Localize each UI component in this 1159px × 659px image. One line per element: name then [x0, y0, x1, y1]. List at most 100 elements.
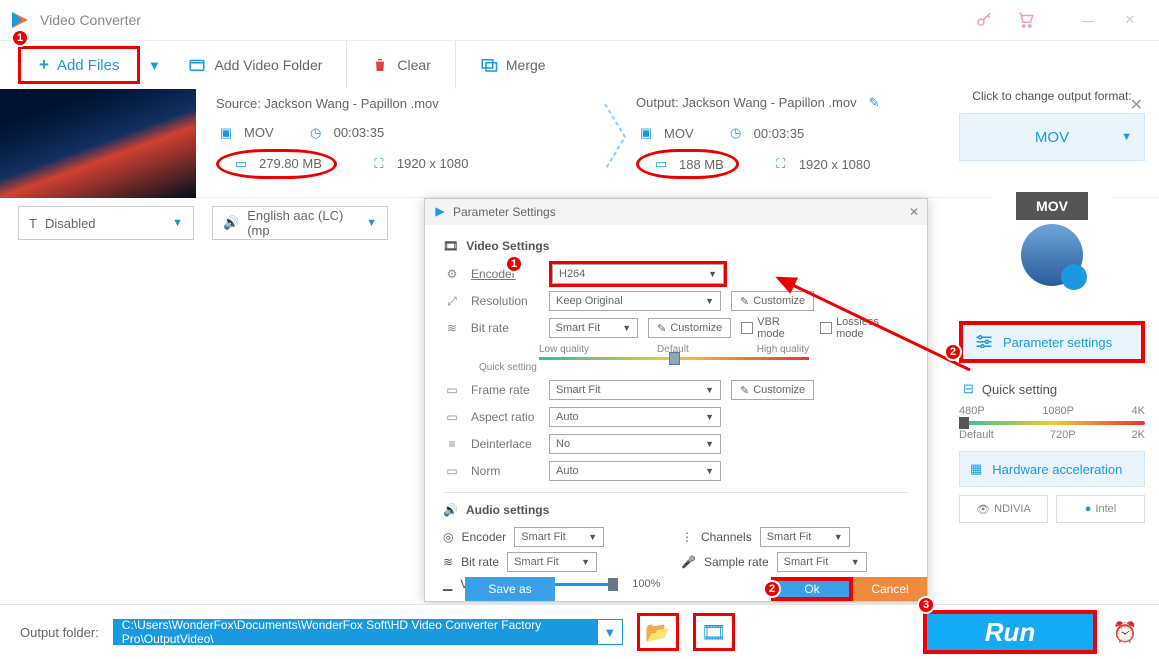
- cart-icon[interactable]: [1005, 0, 1047, 41]
- annotation-badge-2b: 2: [763, 580, 781, 598]
- disk-icon: ▭: [651, 154, 671, 174]
- slider-icon: ⊟: [963, 381, 974, 397]
- scheduler-button[interactable]: ⏰: [1111, 620, 1139, 645]
- add-files-button[interactable]: + Add Files: [18, 46, 140, 84]
- norm-icon: ▭: [443, 464, 461, 478]
- resolution-icon: ⤢: [443, 294, 461, 309]
- resolution-select[interactable]: Keep Original▼: [549, 291, 721, 311]
- close-button[interactable]: ✕: [1109, 0, 1151, 41]
- source-size: ▭279.80 MB: [216, 149, 337, 179]
- plus-icon: +: [39, 55, 49, 75]
- format-select[interactable]: MOV ▼: [959, 113, 1145, 161]
- save-as-button[interactable]: Save as: [465, 577, 555, 601]
- norm-select[interactable]: Auto▼: [549, 461, 721, 481]
- annotation-badge-3: 3: [917, 596, 935, 614]
- sliders-icon: [975, 334, 993, 351]
- quality-slider[interactable]: Low qualityDefaultHigh quality Quick set…: [539, 344, 909, 373]
- parameter-settings-button[interactable]: Parameter settings: [959, 321, 1145, 363]
- output-path-input[interactable]: C:\Users\WonderFox\Documents\WonderFox S…: [113, 619, 623, 645]
- title-bar: Video Converter — ✕: [0, 0, 1159, 41]
- gear-film-icon: 🎞: [443, 239, 458, 253]
- run-button[interactable]: Run: [923, 610, 1097, 654]
- quicktime-icon: [1021, 224, 1083, 286]
- parameter-settings-dialog: Parameter Settings ✕ 🎞Video Settings ⚙ E…: [424, 198, 928, 602]
- annotation-badge-1: 1: [11, 29, 29, 47]
- intel-icon: ●: [1085, 503, 1092, 515]
- merge-icon: [480, 56, 498, 74]
- minimize-button[interactable]: —: [1067, 0, 1109, 41]
- quick-setting-label: ⊟ Quick setting: [963, 381, 1141, 397]
- output-format-panel: Click to change output format: MOV ▼ MOV…: [959, 89, 1145, 523]
- deinterlace-select[interactable]: No▼: [549, 434, 721, 454]
- bitrate-icon: ≋: [443, 321, 461, 335]
- samplerate-select[interactable]: Smart Fit▼: [777, 552, 867, 572]
- vbr-checkbox[interactable]: VBR mode: [741, 316, 810, 340]
- pencil-icon: ✎: [740, 384, 749, 397]
- output-folder-label: Output folder:: [20, 625, 99, 640]
- output-label: Output: Jackson Wang - Papillon .mov: [636, 95, 857, 110]
- quick-setting-slider[interactable]: 480P1080P4K Default720P2K: [959, 405, 1145, 439]
- app-mini-icon: [433, 205, 447, 219]
- add-files-dropdown[interactable]: ▼: [140, 58, 168, 73]
- chevron-down-icon[interactable]: ▼: [598, 625, 622, 640]
- framerate-icon: ▭: [443, 383, 461, 397]
- lossless-checkbox[interactable]: Lossless mode: [820, 316, 909, 340]
- encoder-icon: ◎: [443, 530, 453, 544]
- chevron-down-icon: ▼: [172, 217, 183, 229]
- hardware-accel-button[interactable]: ▦ Hardware acceleration: [959, 451, 1145, 487]
- file-list-button[interactable]: 🎞: [693, 613, 735, 651]
- intel-toggle[interactable]: ●Intel: [1056, 495, 1145, 523]
- chevron-down-icon: ▼: [1121, 131, 1132, 143]
- merge-button[interactable]: Merge: [460, 50, 566, 80]
- folder-plus-icon: [188, 56, 206, 74]
- chevron-down-icon: ▼: [366, 217, 377, 229]
- audio-bitrate-select[interactable]: Smart Fit▼: [507, 552, 597, 572]
- subtitle-select[interactable]: TDisabled ▼: [18, 206, 194, 240]
- film-icon: ▣: [216, 123, 236, 143]
- output-size: ▭188 MB: [636, 149, 739, 179]
- format-heading: Click to change output format:: [959, 89, 1145, 103]
- speaker-icon: 🔊: [443, 503, 458, 517]
- nvidia-toggle[interactable]: 👁NDIVIA: [959, 495, 1048, 523]
- cancel-button[interactable]: Cancel: [853, 577, 927, 601]
- audio-section-header: 🔊Audio settings: [443, 503, 909, 517]
- bitrate-icon: ≋: [443, 555, 453, 569]
- expand-icon: ⛶: [771, 154, 791, 174]
- add-folder-button[interactable]: Add Video Folder: [168, 50, 342, 80]
- customize-bitrate-button[interactable]: ✎Customize: [648, 318, 731, 338]
- channels-select[interactable]: Smart Fit▼: [760, 527, 850, 547]
- eye-icon: 👁: [976, 503, 990, 516]
- ok-button[interactable]: Ok: [775, 581, 849, 597]
- mov-badge: MOV: [1016, 192, 1088, 220]
- bitrate-select[interactable]: Smart Fit▼: [549, 318, 639, 338]
- pencil-icon: ✎: [740, 295, 749, 308]
- audio-encoder-select[interactable]: Smart Fit▼: [514, 527, 604, 547]
- film-icon: ▣: [636, 123, 656, 143]
- clear-button[interactable]: Clear: [351, 50, 450, 80]
- main-toolbar: + Add Files ▼ Add Video Folder Clear Mer…: [0, 41, 1159, 89]
- customize-framerate-button[interactable]: ✎Customize: [731, 380, 814, 400]
- edit-icon[interactable]: ✎: [869, 95, 880, 110]
- encoder-icon: ⚙: [443, 267, 461, 281]
- app-title: Video Converter: [40, 12, 963, 28]
- audio-track-select[interactable]: 🔊English aac (LC) (mp ▼: [212, 206, 388, 240]
- filmstrip-icon: 🎞: [701, 620, 726, 645]
- chip-icon: ▦: [970, 461, 982, 477]
- format-preview[interactable]: MOV: [992, 169, 1112, 309]
- open-folder-button[interactable]: 📂: [637, 613, 679, 651]
- pencil-icon: ✎: [657, 322, 666, 335]
- deinterlace-icon: ≡: [443, 437, 461, 451]
- video-thumbnail[interactable]: [0, 89, 196, 198]
- framerate-select[interactable]: Smart Fit▼: [549, 380, 721, 400]
- add-files-label: Add Files: [57, 57, 120, 74]
- annotation-badge-1b: 1: [505, 255, 523, 273]
- bottom-bar: Output folder: C:\Users\WonderFox\Docume…: [0, 604, 1159, 659]
- key-icon[interactable]: [963, 0, 1005, 41]
- disk-icon: ▭: [231, 154, 251, 174]
- dialog-titlebar: Parameter Settings ✕: [425, 199, 927, 225]
- clock-icon: ◷: [726, 123, 746, 143]
- dialog-close-button[interactable]: ✕: [909, 205, 919, 219]
- customize-resolution-button[interactable]: ✎Customize: [731, 291, 814, 311]
- aspect-select[interactable]: Auto▼: [549, 407, 721, 427]
- encoder-select[interactable]: H264▼: [552, 264, 724, 284]
